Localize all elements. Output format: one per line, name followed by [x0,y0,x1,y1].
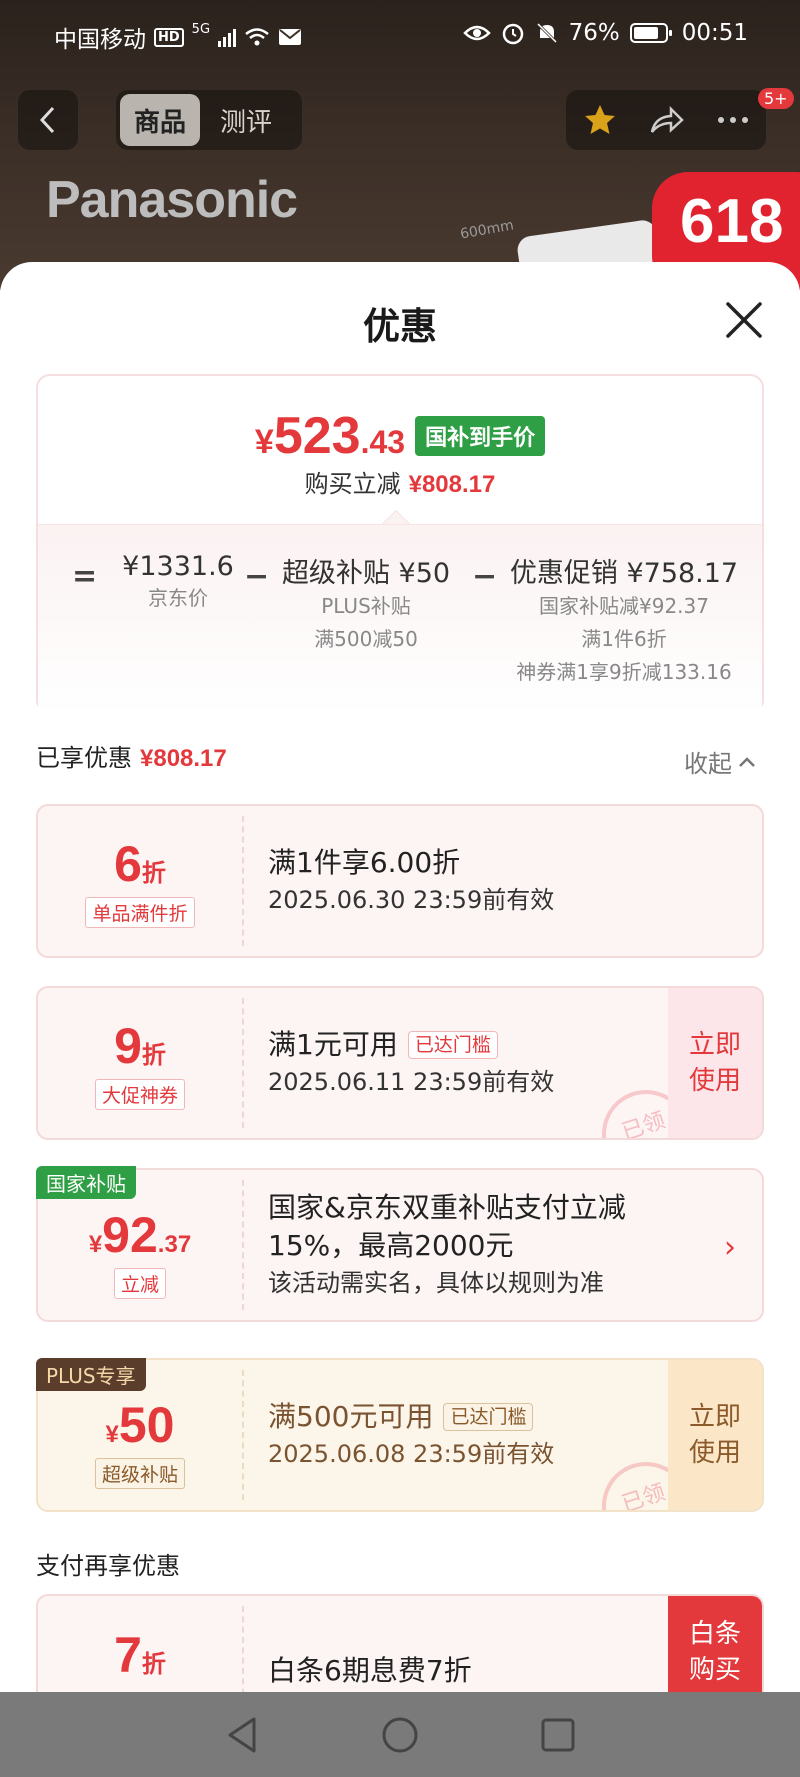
battery-icon [629,23,672,43]
coupon-card: 6折 单品满件折 满1件享6.00折 2025.06.30 23:59前有效 [36,804,764,958]
coupon-title: 满500元可用 已达门槛 [268,1398,554,1436]
tab-product[interactable]: 商品 [120,94,201,146]
discount-amount: 6折 [114,835,166,892]
jd-price-value: ¥1331.6 [122,551,234,582]
jd-price-label: 京东价 [148,586,208,610]
coupon-type-tag: 大促神券 [94,1078,185,1110]
discount-amount: ¥92.37 [88,1206,192,1263]
header-tabs: 商品 测评 [116,90,302,150]
section-title-payment: 支付再享优惠 [36,1552,180,1580]
share-icon[interactable] [649,105,685,135]
price-tag: 国补到手价 [415,416,546,456]
price-summary-card: ¥523.43 国补到手价 购买立减 ¥808.17 = ¥1331.6 京东价 … [36,374,764,714]
equals-sign: = [72,559,98,594]
product-page-backdrop: 中国移动 HD 5G 76% 00:51 商品 测评 5+ Panasonic … [0,0,800,290]
coupon-validity: 2025.06.11 23:59前有效 [268,1068,555,1096]
chevron-right-icon: › [724,1230,736,1265]
clock: 00:51 [681,20,748,46]
super-subsidy-col: 超级补贴 ¥50 PLUS补贴 满500减50 [278,551,454,656]
minus-sign-2: − [472,559,498,594]
status-bar: 中国移动 HD 5G 76% 00:51 [0,0,800,70]
mute-icon [536,22,557,44]
discount-amount: 7折 [114,1627,166,1683]
collapse-button[interactable]: 收起 [684,744,756,779]
coupon-title: 白条6期息费7折 [268,1654,472,1687]
super-subsidy-value: 超级补贴 ¥50 [281,558,451,589]
nav-recents-icon[interactable] [540,1717,576,1753]
signal-icon [218,27,237,47]
close-icon[interactable] [722,298,766,342]
national-subsidy-tag: 国家补贴 [36,1166,136,1199]
save-value: ¥808.17 [408,471,496,498]
promo-col: 优惠促销 ¥758.17 国家补贴减¥92.37 满1件6折 神券满1享9折减1… [504,551,744,689]
use-now-button[interactable]: 立即使用 [668,988,762,1138]
coupon-card: 7折 白条6期息费7折 白条购买 [36,1594,764,1692]
coupon-validity: 2025.06.30 23:59前有效 [268,886,555,914]
coupon-title: 满1元可用 已达门槛 [268,1026,554,1064]
carrier-label: 中国移动 [54,27,146,53]
promo-value: 优惠促销 ¥758.17 [509,558,739,589]
alarm-icon [502,23,523,45]
brand-logo: Panasonic [46,171,298,229]
system-nav-bar [0,1692,800,1777]
battery-percent: 76% [568,20,620,46]
coupon-validity: 2025.06.08 23:59前有效 [268,1440,555,1468]
threshold-reached-badge: 已达门槛 [407,1031,498,1059]
subsidy-card[interactable]: ¥92.37 立减 国家&京东双重补贴支付立减15%，最高2000元 该活动需实… [36,1168,764,1322]
nav-back-icon[interactable] [224,1715,260,1755]
coupon-type-tag: 超级补贴 [94,1457,185,1489]
favorite-star-icon[interactable] [582,103,618,137]
coupon-note: 该活动需实名，具体以规则为准 [268,1269,604,1297]
final-price: ¥523.43 [254,407,406,465]
dimension-label: 600mm [459,217,515,243]
coupon-type-tag: 立减 [113,1267,166,1299]
more-icon[interactable] [716,115,750,125]
price-breakdown: = ¥1331.6 京东价 − 超级补贴 ¥50 PLUS补贴 满500减50 … [38,524,762,714]
threshold-reached-badge: 已达门槛 [443,1403,534,1431]
coupon-title: 满1件享6.00折 [268,846,461,879]
wifi-icon [245,28,269,46]
coupon-title: 国家&京东双重补贴支付立减15%，最高2000元 [268,1191,626,1262]
header-actions [566,90,766,150]
tab-review[interactable]: 测评 [206,94,286,146]
coupon-card: 9折 大促神券 满1元可用 已达门槛 2025.06.11 23:59前有效 已领… [36,986,764,1140]
eye-icon [462,25,491,41]
message-count-badge: 5+ [758,88,794,109]
jd-price-col: ¥1331.6 京东价 [108,551,248,615]
network-type: 5G [191,21,211,37]
baitiao-buy-button[interactable]: 白条购买 [668,1596,762,1692]
discount-amount: 9折 [114,1017,166,1074]
mail-icon [279,29,302,45]
save-row: 购买立减 ¥808.17 [304,470,496,498]
discount-sheet: 优惠 ¥523.43 国补到手价 购买立减 ¥808.17 = ¥1331.6 京… [0,262,800,1692]
sheet-title: 优惠 [363,305,437,348]
coupon-type-tag: 单品满件折 [85,896,195,928]
enjoyed-discount: 已享优惠 ¥808.17 [36,744,227,772]
use-now-button[interactable]: 立即使用 [668,1360,762,1510]
plus-exclusive-tag: PLUS专享 [36,1358,146,1391]
chevron-up-icon [739,756,755,767]
chevron-left-icon [39,106,55,134]
discount-amount: ¥50 [105,1396,175,1453]
minus-sign: − [244,559,270,594]
hd-icon: HD [154,27,184,47]
back-button[interactable] [18,90,78,150]
nav-home-icon[interactable] [380,1715,420,1755]
